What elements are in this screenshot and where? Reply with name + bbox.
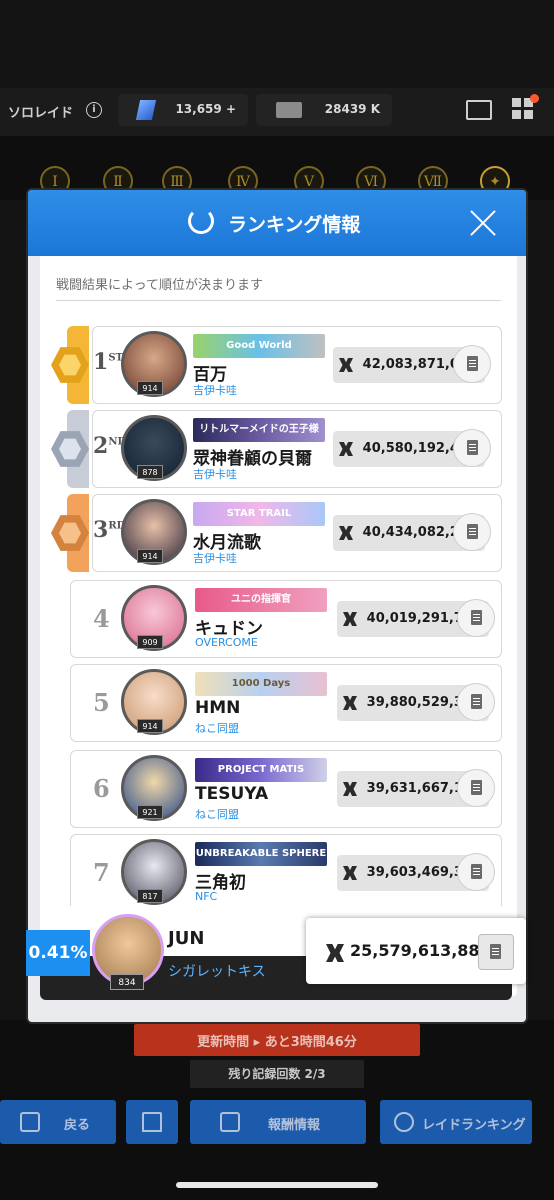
reward-info-label: 報酬情報: [268, 1118, 321, 1133]
close-icon[interactable]: [468, 208, 498, 238]
notification-dot: [530, 94, 539, 103]
damage-icon: [339, 442, 353, 456]
divider: [56, 300, 501, 301]
credits-value: 28439 K: [324, 102, 380, 116]
damage-icon: [343, 782, 357, 796]
rank-number: 4: [93, 604, 110, 633]
guild-name[interactable]: 吉伊卡哇: [193, 382, 237, 398]
damage-icon: [339, 358, 353, 372]
back-button[interactable]: 戻る: [0, 1100, 116, 1144]
my-details-button[interactable]: [478, 934, 514, 970]
player-name: TESUYA: [195, 784, 269, 804]
update-time-text: 更新時間 ▸ あと3時間46分: [197, 1035, 357, 1050]
ranking-row-3[interactable]: 3RD 914 STAR TRAIL 水月流歌 吉伊卡哇 40,434,082,…: [51, 494, 502, 572]
level-badge: 878: [137, 465, 163, 479]
modal-title: ランキング情報: [228, 214, 361, 236]
update-time-banner: 更新時間 ▸ あと3時間46分: [134, 1024, 420, 1056]
my-player-name: JUN: [168, 928, 205, 949]
document-icon: [471, 610, 482, 625]
info-icon[interactable]: i: [86, 102, 102, 118]
document-icon: [471, 694, 482, 709]
reward-info-button[interactable]: 報酬情報: [190, 1100, 366, 1144]
resource-gems[interactable]: 13,659 +: [118, 94, 248, 126]
details-button[interactable]: [457, 599, 495, 637]
details-button[interactable]: [453, 513, 491, 551]
document-icon: [471, 864, 482, 879]
rank-number: 7: [93, 858, 110, 887]
details-button[interactable]: [457, 853, 495, 891]
details-button[interactable]: [453, 345, 491, 383]
title-banner: リトルマーメイドの王子様: [193, 418, 325, 442]
credit-icon: [276, 102, 302, 118]
damage-icon: [343, 612, 357, 626]
ranking-subtitle: 戦闘結果によって順位が決まります: [56, 278, 263, 293]
title-banner: 1000 Days: [195, 672, 327, 696]
raid-ranking-button[interactable]: レイドランキング: [380, 1100, 532, 1144]
home-button[interactable]: [126, 1100, 178, 1144]
title-banner: PROJECT MATIS: [195, 758, 327, 782]
my-level-badge: 834: [110, 974, 144, 990]
guild-name[interactable]: ねこ同盟: [195, 720, 239, 736]
level-badge: 921: [137, 805, 163, 819]
ranking-row-2[interactable]: 2ND 878 リトルマーメイドの王子様 眾神眷顧の貝爾 吉伊卡哇 40,580…: [51, 410, 502, 488]
damage-icon: [326, 944, 344, 962]
level-badge: 909: [137, 635, 163, 649]
damage-icon: [343, 696, 357, 710]
ranking-row-7[interactable]: 7 817 UNBREAKABLE SPHERE 三角初 NFC 39,603,…: [70, 834, 502, 912]
details-button[interactable]: [457, 683, 495, 721]
gem-icon: [135, 100, 157, 120]
ranking-row-1[interactable]: 1ST 914 Good World 百万 吉伊卡哇 42,083,871,00…: [51, 326, 502, 404]
document-icon: [490, 944, 501, 959]
rank-number: 6: [93, 774, 110, 803]
title-banner: UNBREAKABLE SPHERE: [195, 842, 327, 866]
chest-icon: [220, 1112, 240, 1132]
guild-name[interactable]: 吉伊卡哇: [193, 550, 237, 566]
back-label: 戻る: [64, 1118, 91, 1133]
document-icon: [467, 524, 478, 539]
title-banner: STAR TRAIL: [193, 502, 325, 526]
my-score-box: 25,579,613,884: [306, 918, 526, 984]
damage-icon: [343, 866, 357, 880]
ranking-row-4[interactable]: 4 909 ユニの指揮官 キュドン OVERCOME 40,019,291,75…: [70, 580, 502, 658]
my-score-value: 25,579,613,884: [350, 941, 491, 960]
home-icon: [142, 1112, 162, 1132]
level-badge: 817: [137, 889, 163, 903]
level-badge: 914: [137, 719, 163, 733]
level-badge: 914: [137, 381, 163, 395]
mail-icon[interactable]: [466, 100, 492, 120]
top-bar: ソロレイド i 13,659 + 28439 K: [0, 88, 554, 136]
document-icon: [467, 440, 478, 455]
gems-value: 13,659 +: [175, 102, 236, 116]
guild-name[interactable]: ねこ同盟: [195, 806, 239, 822]
remaining-records: 残り記録回数 2/3: [190, 1060, 364, 1088]
mode-title: ソロレイド: [8, 106, 74, 121]
document-icon: [467, 356, 478, 371]
modal-header: ランキング情報: [28, 190, 526, 256]
player-name: HMN: [195, 698, 241, 718]
raid-ranking-label: レイドランキング: [422, 1118, 526, 1133]
my-guild-name[interactable]: シガレットキス: [168, 961, 266, 981]
title-banner: Good World: [193, 334, 325, 358]
damage-icon: [339, 526, 353, 540]
guild-name[interactable]: 吉伊卡哇: [193, 466, 237, 482]
document-icon: [471, 780, 482, 795]
rank-number: 5: [93, 688, 110, 717]
laurel-icon: [188, 208, 214, 234]
details-button[interactable]: [457, 769, 495, 807]
ranking-row-5[interactable]: 5 914 1000 Days HMN ねこ同盟 39,880,529,378: [70, 664, 502, 742]
details-button[interactable]: [453, 429, 491, 467]
resource-credits: 28439 K: [256, 94, 392, 126]
exit-icon: [20, 1112, 40, 1132]
background-top: [0, 0, 554, 90]
title-banner: ユニの指揮官: [195, 588, 327, 612]
medal-icon: [394, 1112, 414, 1132]
guild-name[interactable]: OVERCOME: [195, 636, 258, 649]
guild-name[interactable]: NFC: [195, 890, 217, 903]
rank-number: 1ST: [93, 349, 123, 375]
home-indicator: [176, 1182, 378, 1188]
ranking-row-6[interactable]: 6 921 PROJECT MATIS TESUYA ねこ同盟 39,631,6…: [70, 750, 502, 828]
level-badge: 914: [137, 549, 163, 563]
percentile-badge: 0.41%: [26, 930, 90, 976]
